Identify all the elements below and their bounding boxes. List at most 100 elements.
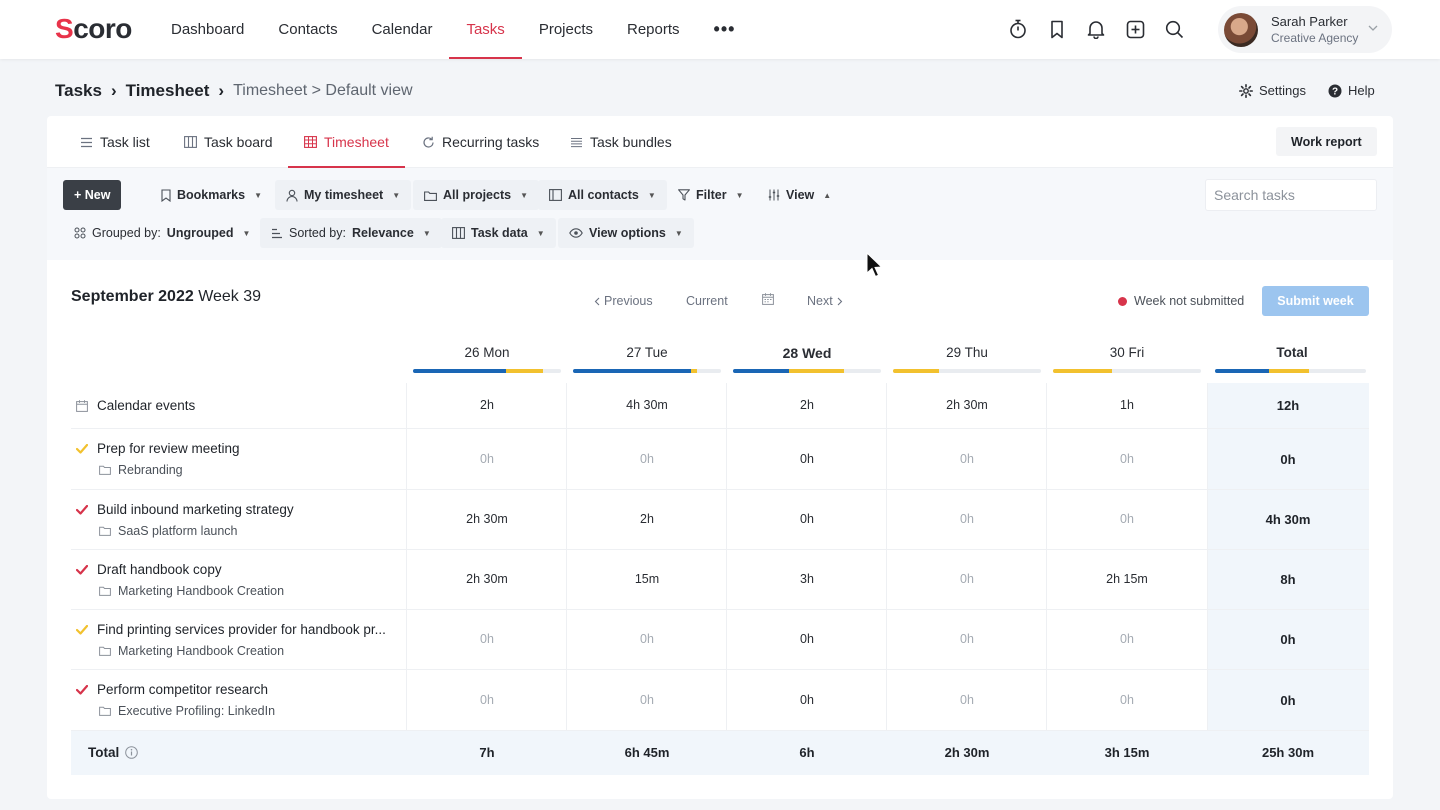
checkmark-icon[interactable] [75, 563, 89, 577]
current-week-button[interactable]: Current [686, 294, 728, 308]
view-dropdown[interactable]: View ▲ [757, 180, 842, 210]
time-cell[interactable]: 0h [727, 693, 887, 707]
time-cell[interactable]: 0h [1047, 452, 1207, 466]
time-cell[interactable]: 2h 30m [887, 398, 1047, 412]
total-bar-yellow [1269, 369, 1309, 373]
time-cell[interactable]: 0h [1047, 512, 1207, 526]
task-row[interactable]: Perform competitor research Executive Pro… [71, 670, 1369, 731]
time-cell[interactable]: 0h [727, 632, 887, 646]
calendar-picker-button[interactable] [762, 293, 774, 305]
time-cell[interactable]: 0h [887, 693, 1047, 707]
nav-item-reports[interactable]: Reports [610, 0, 697, 59]
checkmark-icon[interactable] [75, 503, 89, 517]
time-cell[interactable]: 2h [567, 512, 727, 526]
tab-recurring-tasks[interactable]: Recurring tasks [422, 116, 539, 168]
next-week-button[interactable]: Next [807, 294, 843, 308]
time-cell[interactable]: 0h [407, 693, 567, 707]
nav-item-contacts[interactable]: Contacts [261, 0, 354, 59]
task-row[interactable]: Prep for review meeting Rebranding 0h 0h 0h 0… [71, 429, 1369, 490]
checkmark-icon[interactable] [75, 623, 89, 637]
scoro-logo[interactable]: Scoro [55, 13, 132, 44]
breadcrumb-tasks[interactable]: Tasks [55, 81, 102, 101]
settings-link[interactable]: Settings [1239, 83, 1306, 98]
all-projects-dropdown[interactable]: All projects ▼ [413, 180, 539, 210]
time-cell[interactable]: 0h [1047, 632, 1207, 646]
day-progress-bar [733, 369, 881, 373]
submit-week-button[interactable]: Submit week [1262, 286, 1369, 316]
time-cell[interactable]: 0h [887, 512, 1047, 526]
time-cell[interactable]: 2h 30m [407, 572, 567, 586]
time-cell[interactable]: 0h [727, 452, 887, 466]
time-cell[interactable]: 3h [727, 572, 887, 586]
search-icon[interactable] [1164, 17, 1184, 41]
user-menu[interactable]: Sarah Parker Creative Agency [1218, 6, 1392, 53]
nav-item-calendar[interactable]: Calendar [355, 0, 450, 59]
time-cell[interactable]: 15m [567, 572, 727, 586]
task-project[interactable]: Marketing Handbook Creation [99, 584, 284, 598]
bell-icon[interactable] [1086, 17, 1106, 41]
time-cell[interactable]: 0h [407, 452, 567, 466]
task-project[interactable]: SaaS platform launch [99, 524, 238, 538]
time-cell[interactable]: 0h [887, 452, 1047, 466]
tab-timesheet[interactable]: Timesheet [288, 116, 405, 168]
task-row[interactable]: Find printing services provider for hand… [71, 610, 1369, 670]
time-cell[interactable]: 0h [567, 632, 727, 646]
search-tasks-input[interactable] [1205, 179, 1377, 211]
view-options-dropdown[interactable]: View options ▼ [558, 218, 694, 248]
time-cell[interactable]: 0h [1047, 693, 1207, 707]
group-icon [74, 227, 86, 239]
time-cell[interactable]: 0h [887, 572, 1047, 586]
nav-item-tasks[interactable]: Tasks [449, 0, 523, 59]
task-project[interactable]: Executive Profiling: LinkedIn [99, 704, 275, 718]
nav-item-dashboard[interactable]: Dashboard [154, 0, 261, 59]
tab-task-list[interactable]: Task list [80, 116, 150, 168]
time-cell[interactable]: 0h [727, 512, 887, 526]
task-title[interactable]: Draft handbook copy [97, 562, 402, 577]
time-cell[interactable]: 2h [407, 398, 567, 412]
page-actions: Settings ? Help [1239, 83, 1375, 98]
task-title[interactable]: Prep for review meeting [97, 441, 402, 456]
filter-dropdown[interactable]: Filter ▼ [667, 180, 754, 210]
stopwatch-icon[interactable] [1008, 17, 1028, 41]
task-data-dropdown[interactable]: Task data ▼ [441, 218, 556, 248]
checkmark-icon[interactable] [75, 683, 89, 697]
help-link[interactable]: ? Help [1328, 83, 1375, 98]
time-cell[interactable]: 0h [567, 452, 727, 466]
task-row[interactable]: Build inbound marketing strategy SaaS pla… [71, 490, 1369, 550]
time-cell[interactable]: 2h 15m [1047, 572, 1207, 586]
nav-item-projects[interactable]: Projects [522, 0, 610, 59]
grouped-by-dropdown[interactable]: Grouped by: Ungrouped ▼ [63, 218, 261, 248]
tab-task-board[interactable]: Task board [184, 116, 272, 168]
bookmarks-dropdown[interactable]: Bookmarks ▼ [150, 180, 273, 210]
breadcrumb-current-view[interactable]: Timesheet > Default view [233, 82, 412, 100]
checkmark-icon[interactable] [75, 442, 89, 456]
work-report-button[interactable]: Work report [1276, 127, 1377, 156]
nav-more-icon[interactable]: ••• [697, 0, 753, 59]
all-contacts-dropdown[interactable]: All contacts ▼ [538, 180, 667, 210]
bookmark-icon[interactable] [1047, 17, 1067, 41]
time-cell[interactable]: 2h [727, 398, 887, 412]
previous-week-button[interactable]: Previous [594, 294, 653, 308]
time-cell[interactable]: 0h [567, 693, 727, 707]
breadcrumb-timesheet[interactable]: Timesheet [126, 81, 210, 101]
task-title[interactable]: Build inbound marketing strategy [97, 502, 402, 517]
tab-task-bundles[interactable]: Task bundles [570, 116, 672, 168]
time-cell[interactable]: 0h [407, 632, 567, 646]
task-row[interactable]: Draft handbook copy Marketing Handbook Cr… [71, 550, 1369, 610]
my-timesheet-dropdown[interactable]: My timesheet ▼ [275, 180, 412, 210]
caret-down-icon: ▼ [392, 190, 401, 200]
time-cell[interactable]: 0h [887, 632, 1047, 646]
task-title[interactable]: Find printing services provider for hand… [97, 622, 402, 637]
time-cell[interactable]: 2h 30m [407, 512, 567, 526]
plus-square-icon[interactable] [1125, 17, 1145, 41]
task-title[interactable]: Perform competitor research [97, 682, 402, 697]
time-cell[interactable]: 1h [1047, 398, 1207, 412]
new-button[interactable]: + New [63, 180, 122, 210]
task-project[interactable]: Rebranding [99, 463, 183, 477]
task-data-label: Task data [471, 226, 528, 240]
task-project[interactable]: Marketing Handbook Creation [99, 644, 284, 658]
sorted-by-dropdown[interactable]: Sorted by: Relevance ▼ [260, 218, 442, 248]
calendar-events-row[interactable]: Calendar events 2h 4h 30m 2h 2h 30m 1h 12h [71, 383, 1369, 429]
task-title[interactable]: Calendar events [97, 398, 402, 413]
time-cell[interactable]: 4h 30m [567, 398, 727, 412]
